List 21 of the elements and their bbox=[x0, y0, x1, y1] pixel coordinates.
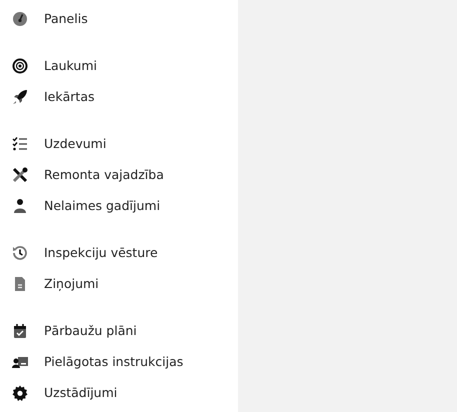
rocket-icon bbox=[12, 88, 28, 104]
document-icon bbox=[12, 276, 28, 292]
tools-icon bbox=[12, 166, 28, 182]
sidebar-item[interactable]: Uzstādījumi bbox=[0, 377, 238, 408]
target-icon bbox=[12, 58, 28, 74]
gauge-icon bbox=[12, 10, 28, 26]
sidebar-item[interactable]: Pārbaužu plāni bbox=[0, 315, 238, 346]
sidebar-item[interactable]: Panelis bbox=[0, 3, 238, 34]
sidebar-item[interactable]: Uzdevumi bbox=[0, 128, 238, 159]
sidebar-item[interactable]: Nelaimes gadījumi bbox=[0, 190, 238, 221]
sidebar-item[interactable]: Remonta vajadzība bbox=[0, 159, 238, 190]
person-icon bbox=[12, 198, 28, 214]
settings-icon bbox=[12, 384, 28, 400]
sidebar-item[interactable]: Iekārtas bbox=[0, 81, 238, 112]
sidebar-item[interactable]: Laukumi bbox=[0, 50, 238, 81]
sidebar-item[interactable]: Pielāgotas instrukcijas bbox=[0, 346, 238, 377]
history-icon bbox=[12, 244, 28, 260]
sidebar-item[interactable]: Inspekciju vēsture bbox=[0, 237, 238, 268]
sidebar-item[interactable]: Ziņojumi bbox=[0, 268, 238, 299]
calendar-check-icon bbox=[12, 322, 28, 338]
checklist-icon bbox=[12, 136, 28, 152]
